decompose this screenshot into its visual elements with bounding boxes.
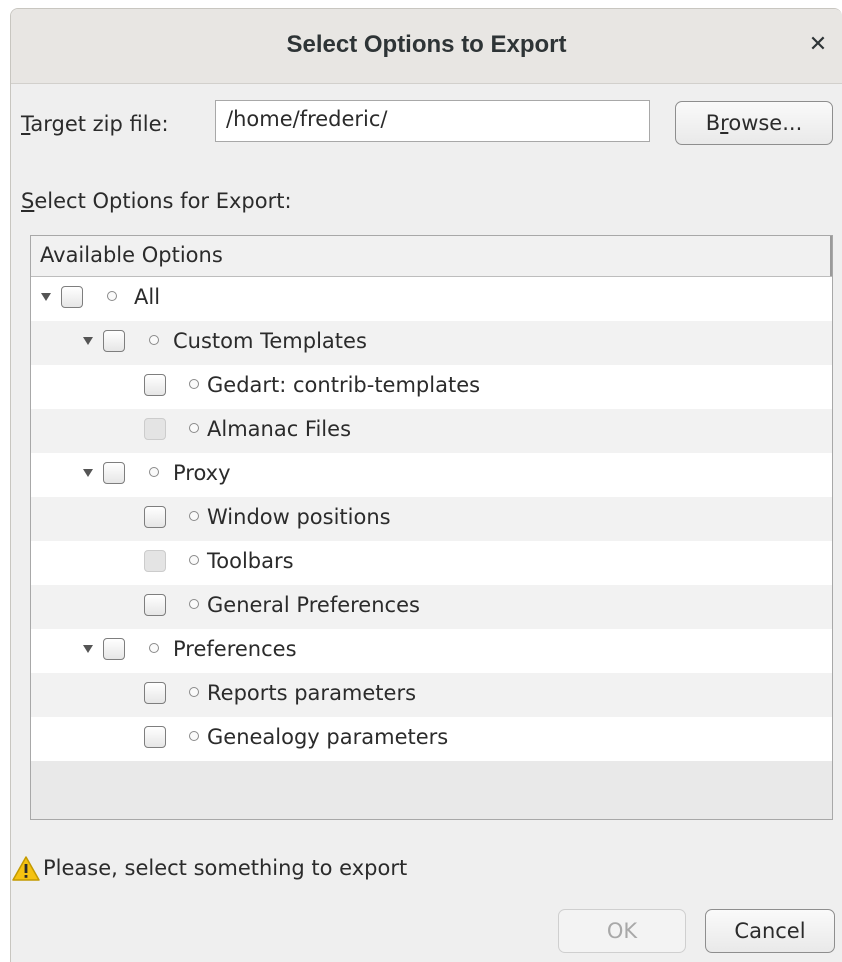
column-header-label: Available Options — [40, 243, 223, 267]
node-dot-icon — [189, 599, 199, 609]
option-label: Window positions — [207, 505, 391, 529]
option-label: Reports parameters — [207, 681, 417, 705]
tree-row[interactable]: Window positions — [31, 497, 832, 541]
title-bar[interactable]: Select Options to Export ✕ — [11, 9, 842, 84]
option-checkbox[interactable] — [61, 286, 83, 308]
target-zip-label-mnemonic: T — [21, 112, 31, 136]
option-label: Custom Templates — [173, 329, 367, 353]
option-checkbox[interactable] — [103, 638, 125, 660]
option-label: All — [134, 285, 161, 309]
select-options-label-text: elect Options for Export: — [34, 189, 292, 213]
node-dot-icon — [189, 555, 199, 565]
option-label: Toolbars — [207, 549, 294, 573]
tree-row[interactable]: All — [31, 277, 832, 321]
expand-arrow-icon[interactable] — [83, 337, 93, 345]
node-dot-icon — [149, 335, 159, 345]
tree-row[interactable]: Reports parameters — [31, 673, 832, 717]
node-dot-icon — [189, 687, 199, 697]
expand-arrow-icon[interactable] — [41, 293, 51, 301]
options-tree-table[interactable]: Available Options All Custom Templates Ged… — [30, 235, 833, 820]
status-message: Please, select something to export — [43, 856, 408, 880]
option-label: Genealogy parameters — [207, 725, 449, 749]
tree-row[interactable]: General Preferences — [31, 585, 832, 629]
option-checkbox[interactable] — [144, 682, 166, 704]
dialog-title: Select Options to Export — [286, 31, 567, 58]
option-checkbox[interactable] — [103, 462, 125, 484]
option-label: Gedart: contrib-templates — [207, 373, 481, 397]
browse-button-pre: B — [705, 111, 721, 135]
select-options-label: Select Options for Export: — [21, 189, 292, 213]
option-checkbox[interactable] — [144, 506, 166, 528]
node-dot-icon — [189, 731, 199, 741]
tree-row[interactable]: Genealogy parameters — [31, 717, 832, 761]
select-options-label-mnemonic: S — [21, 189, 35, 213]
export-dialog: Select Options to Export ✕ Target zip fi… — [10, 8, 842, 962]
expand-arrow-icon[interactable] — [83, 645, 93, 653]
tree-row[interactable]: Toolbars — [31, 541, 832, 585]
close-icon[interactable]: ✕ — [804, 31, 832, 59]
expand-arrow-icon[interactable] — [83, 469, 93, 477]
option-checkbox[interactable] — [144, 374, 166, 396]
option-checkbox[interactable] — [144, 594, 166, 616]
option-checkbox — [144, 418, 166, 440]
node-dot-icon — [189, 423, 199, 433]
node-dot-icon — [107, 291, 117, 301]
target-zip-label-text: arget zip file: — [30, 112, 169, 136]
browse-button[interactable]: Browse... — [675, 101, 833, 145]
browse-button-post: owse... — [728, 111, 803, 135]
tree-row[interactable]: Almanac Files — [31, 409, 832, 453]
node-dot-icon — [189, 379, 199, 389]
tree-row[interactable]: Gedart: contrib-templates — [31, 365, 832, 409]
option-checkbox — [144, 550, 166, 572]
target-zip-label: Target zip file: — [21, 112, 169, 136]
tree-row[interactable]: Proxy — [31, 453, 832, 497]
cancel-button[interactable]: Cancel — [705, 909, 835, 953]
option-label: Almanac Files — [207, 417, 352, 441]
column-header[interactable]: Available Options — [31, 236, 832, 277]
warning-icon — [12, 856, 40, 881]
option-label: Preferences — [173, 637, 297, 661]
option-label: General Preferences — [207, 593, 420, 617]
node-dot-icon — [189, 511, 199, 521]
tree-row[interactable]: Custom Templates — [31, 321, 832, 365]
tree-row[interactable]: Preferences — [31, 629, 832, 673]
column-resize-handle[interactable] — [830, 236, 832, 276]
ok-button[interactable]: OK — [558, 909, 686, 953]
node-dot-icon — [149, 643, 159, 653]
option-label: Proxy — [173, 461, 231, 485]
target-zip-input[interactable]: /home/frederic/ — [215, 100, 650, 142]
option-checkbox[interactable] — [103, 330, 125, 352]
option-checkbox[interactable] — [144, 726, 166, 748]
node-dot-icon — [149, 467, 159, 477]
